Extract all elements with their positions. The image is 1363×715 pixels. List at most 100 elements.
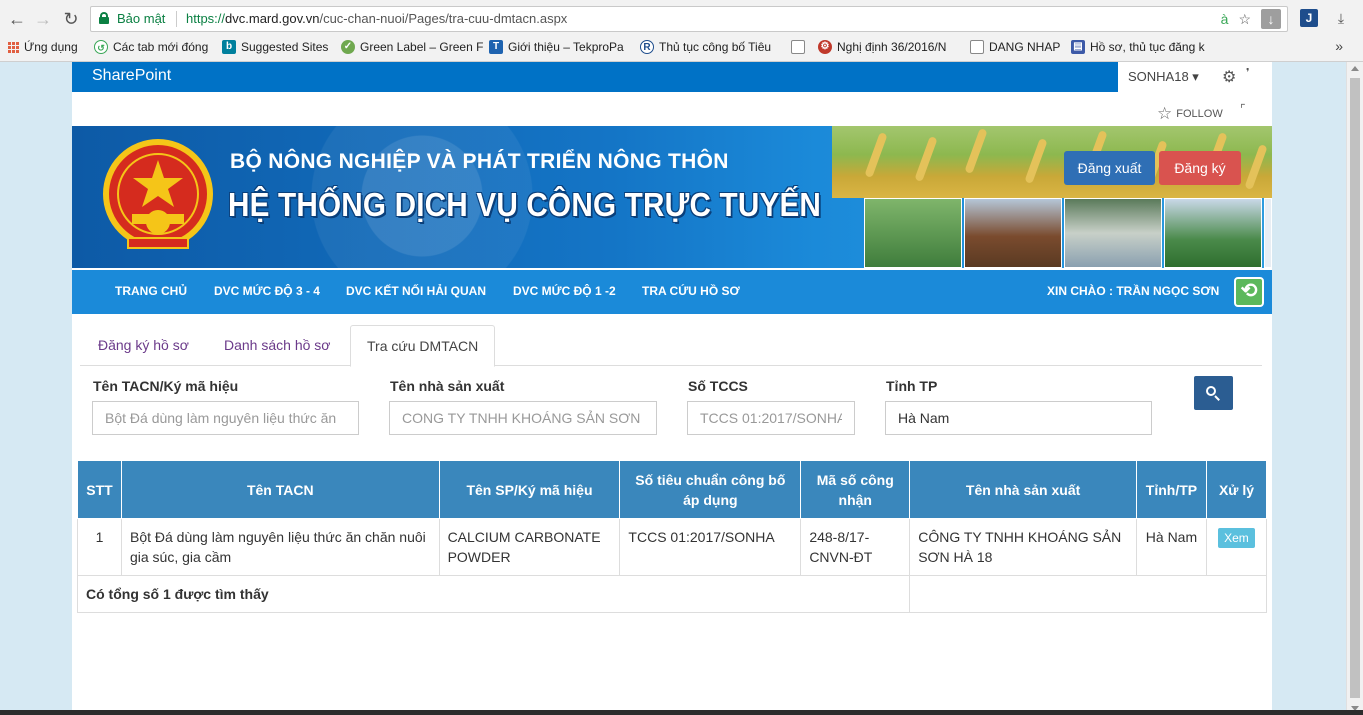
bookmark-apps[interactable]: Ứng dụng — [8, 39, 78, 55]
fishery-photo — [1064, 198, 1162, 268]
nav-item-customs[interactable]: DVC KẾT NỐI HẢI QUAN — [346, 284, 486, 298]
column-header: Tên nhà sản xuất — [909, 460, 1137, 519]
green-label-icon: ✓ — [341, 40, 355, 54]
document-icon — [970, 40, 984, 54]
decree-icon: ⚙ — [818, 40, 832, 54]
cattle-photo — [964, 198, 1062, 268]
system-name: HỆ THỐNG DỊCH VỤ CÔNG TRỰC TUYẾN — [228, 186, 822, 223]
bookmark-label: Ứng dụng — [24, 40, 78, 54]
field-photo — [864, 198, 962, 268]
nav-item-lookup[interactable]: TRA CỨU HỒ SƠ — [642, 284, 740, 298]
r-icon: R — [640, 40, 654, 54]
tab-register-profile[interactable]: Đăng ký hồ sơ — [82, 325, 205, 366]
star-icon[interactable]: ☆ — [1238, 11, 1251, 28]
page-scrollbar[interactable] — [1346, 62, 1363, 715]
downloads-icon[interactable]: ⤓ — [1332, 9, 1350, 27]
url-text[interactable]: https://dvc.mard.gov.vn/cuc-chan-nuoi/Pa… — [186, 11, 567, 26]
help-icon[interactable]: ❜ — [1246, 66, 1250, 79]
results-table: STT Tên TACN Tên SP/Ký mã hiệu Số tiêu c… — [76, 460, 1268, 613]
bookmark-label: Suggested Sites — [241, 40, 329, 54]
tab-bar: Đăng ký hồ sơ Danh sách hồ sơ Tra cứu DM… — [80, 325, 1262, 367]
scroll-thumb[interactable] — [1350, 78, 1360, 698]
column-header: Mã số công nhận — [800, 460, 911, 519]
translate-icon[interactable]: à — [1221, 11, 1229, 27]
field-label-manufacturer: Tên nhà sản xuất — [390, 378, 505, 394]
follow-button[interactable]: ☆ FOLLOW — [1157, 104, 1223, 124]
column-header: Số tiêu chuẩn công bố áp dụng — [619, 460, 802, 519]
cell-ma-so: 248-8/17-CNVN-ĐT — [800, 518, 911, 576]
table-total-row: Có tổng số 1 được tìm thấy — [76, 575, 1267, 613]
download-arrow-icon[interactable]: ↓ — [1261, 9, 1281, 29]
user-menu[interactable]: SONHA18 ▾ — [1128, 69, 1199, 85]
search-button[interactable] — [1194, 376, 1233, 410]
total-empty-cell — [909, 575, 1267, 613]
nav-item-dvc-3-4[interactable]: DVC MỨC ĐỘ 3 - 4 — [214, 284, 320, 298]
manufacturer-input[interactable] — [389, 401, 657, 435]
extension-j-icon[interactable]: J — [1300, 9, 1318, 27]
bookmark-ho-so[interactable]: ▤ Hồ sơ, thủ tục đăng k — [1071, 39, 1205, 55]
cell-so-tieu-chuan: TCCS 01:2017/SONHA — [619, 518, 802, 576]
search-icon — [1206, 386, 1216, 396]
logout-button[interactable]: Đăng xuất — [1064, 151, 1155, 185]
bookmark-label: Hồ sơ, thủ tục đăng k — [1090, 40, 1205, 54]
bookmark-thu-tuc[interactable]: R Thủ tục công bố Tiêu — [640, 39, 771, 55]
taskbar-strip — [0, 710, 1363, 715]
tekpro-icon: T — [489, 40, 503, 54]
bookmark-recent-tabs[interactable]: ↺ Các tab mới đóng — [94, 39, 208, 55]
address-bar[interactable]: Bảo mật https://dvc.mard.gov.vn/cuc-chan… — [90, 6, 1288, 32]
cell-tinh: Hà Nam — [1135, 518, 1207, 576]
province-input[interactable] — [885, 401, 1152, 435]
bookmarks-bar: Ứng dụng ↺ Các tab mới đóng b Suggested Si… — [0, 36, 1363, 58]
register-button[interactable]: Đăng ký — [1159, 151, 1241, 185]
field-label-product: Tên TACN/Ký mã hiệu — [93, 378, 239, 394]
address-row: ← → ↻ Bảo mật https://dvc.mard.gov.vn/cu… — [0, 0, 1363, 36]
bookmark-label: Nghị định 36/2016/N — [837, 40, 947, 54]
sharepoint-title[interactable]: SharePoint — [92, 67, 171, 85]
more-bookmarks-icon[interactable]: » — [1335, 38, 1343, 54]
gear-icon[interactable]: ⚙ — [1222, 67, 1236, 87]
bookmark-tekpro[interactable]: T Giới thiệu – TekproPa — [489, 39, 624, 55]
focus-content-icon[interactable]: ⌜ — [1240, 102, 1246, 116]
header-banner: BỘ NÔNG NGHIỆP VÀ PHÁT TRIỂN NÔNG THÔN H… — [72, 126, 1272, 268]
bookmark-label: Các tab mới đóng — [113, 40, 209, 54]
url-host: dvc.mard.gov.vn — [225, 11, 320, 26]
nav-item-dvc-1-2[interactable]: DVC MỨC ĐỘ 1 -2 — [513, 284, 616, 298]
scroll-up-icon[interactable] — [1351, 66, 1359, 71]
main-nav: TRANG CHỦ DVC MỨC ĐỘ 3 - 4 DVC KẾT NỐI H… — [72, 270, 1272, 314]
logout-icon[interactable]: ⟲ — [1234, 277, 1264, 307]
bookmark-label: Thủ tục công bố Tiêu — [659, 40, 772, 54]
url-scheme: https:// — [186, 11, 226, 26]
table-row: 1 Bột Đá dùng làm nguyên liệu thức ăn ch… — [77, 518, 1268, 576]
nav-item-home[interactable]: TRANG CHỦ — [115, 284, 187, 298]
national-emblem-icon — [103, 139, 213, 249]
tccs-input[interactable] — [687, 401, 855, 435]
cell-stt: 1 — [77, 518, 122, 576]
reload-icon[interactable]: ↻ — [60, 8, 82, 30]
url-path: /cuc-chan-nuoi/Pages/tra-cuu-dmtacn.aspx — [319, 11, 568, 26]
column-header: Tên TACN — [120, 460, 440, 519]
bookmark-dang-nhap[interactable]: DANG NHAP — [970, 39, 1060, 55]
cell-nha-san-xuat: CÔNG TY TNHH KHOÁNG SẢN SƠN HÀ 18 — [909, 518, 1137, 576]
view-button[interactable]: Xem — [1218, 528, 1255, 548]
bookmark-label: DANG NHAP — [989, 40, 1061, 54]
total-count: Có tổng số 1 được tìm thấy — [76, 575, 911, 613]
sharepoint-bar: SharePoint SONHA18 ▾ ⚙ ❜ — [72, 62, 1272, 92]
lock-icon — [99, 12, 109, 24]
user-area: SONHA18 ▾ ⚙ ❜ — [1118, 62, 1272, 92]
document-icon — [791, 40, 805, 54]
page-content: SharePoint SONHA18 ▾ ⚙ ❜ ☆ FOLLOW ⌜ BỘ N… — [72, 62, 1272, 715]
follow-label: FOLLOW — [1176, 108, 1223, 120]
bookmark-suggested-sites[interactable]: b Suggested Sites — [222, 39, 328, 55]
back-icon[interactable]: ← — [6, 8, 28, 30]
bookmark-nghi-dinh[interactable]: ⚙ Nghị định 36/2016/N — [818, 39, 946, 55]
tab-profile-list[interactable]: Danh sách hồ sơ — [208, 325, 346, 366]
bookmark-blank[interactable] — [791, 39, 810, 55]
column-header: Xử lý — [1205, 460, 1268, 519]
product-input[interactable] — [92, 401, 359, 435]
rice-planting-photo — [1164, 198, 1262, 268]
bookmark-green-label[interactable]: ✓ Green Label – Green F — [341, 39, 483, 55]
tab-dmtacn-lookup[interactable]: Tra cứu DMTACN — [350, 325, 496, 367]
bing-icon: b — [222, 40, 236, 54]
forward-icon[interactable]: → — [32, 8, 54, 30]
apps-icon — [8, 41, 19, 53]
